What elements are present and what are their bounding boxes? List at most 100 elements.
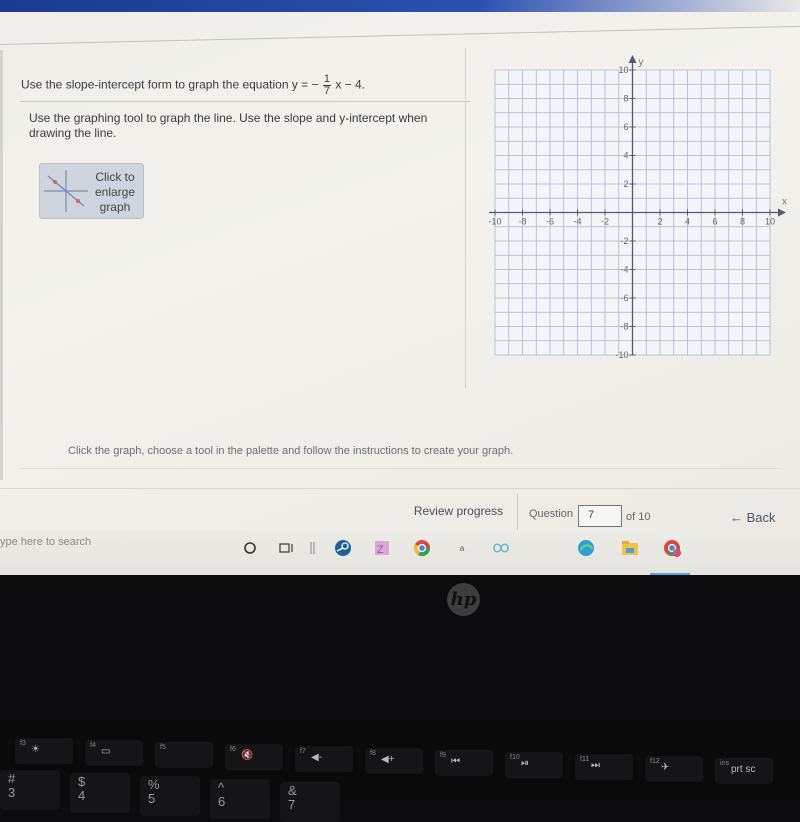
chrome-icon-2[interactable]: [662, 538, 682, 558]
question-divider: [20, 101, 470, 102]
question-label: Question: [529, 508, 574, 520]
task-view-icon[interactable]: [277, 538, 297, 558]
enlarge-label-line3: graph: [99, 200, 131, 214]
key-sublabel: f3: [20, 740, 26, 747]
screen: Use the slope-intercept form to graph th…: [0, 0, 800, 575]
number-key: & 7: [280, 782, 340, 822]
question-suffix: x − 4.: [335, 77, 366, 92]
key-sublabel: f7: [300, 748, 306, 755]
key-glyph: prt sc: [731, 764, 756, 775]
key-sublabel: f10: [510, 754, 520, 761]
x-tick-label: 2: [657, 217, 662, 227]
number-key: % 5: [140, 776, 200, 816]
y-tick-label: 6: [623, 122, 628, 132]
y-tick-label: -10: [615, 350, 628, 360]
function-key: ins prt sc: [715, 758, 773, 784]
enlarge-graph-button[interactable]: Click to enlarge graph: [39, 163, 144, 219]
svg-text:Z: Z: [377, 544, 384, 556]
key-sublabel: f6: [230, 746, 236, 753]
edge-icon[interactable]: [576, 538, 596, 558]
key-glyph: ⏮: [451, 756, 460, 767]
function-key: f7 ◀-: [295, 746, 353, 772]
question-prefix: Use the slope-intercept form to graph th…: [21, 77, 319, 92]
key-sublabel: ins: [720, 760, 729, 767]
y-tick-label: -4: [620, 265, 628, 275]
taskbar-search-input[interactable]: ype here to search: [0, 536, 91, 548]
x-tick-label: -6: [546, 217, 554, 227]
file-explorer-icon[interactable]: [620, 538, 640, 558]
app-icon[interactable]: Z: [372, 538, 392, 558]
x-axis-label: x: [782, 197, 787, 208]
slope-fraction: 1 7: [322, 74, 331, 97]
x-axis-arrow: [778, 208, 786, 217]
infinity-icon[interactable]: [491, 538, 511, 558]
y-tick-label: -2: [620, 236, 628, 246]
y-tick-label: 10: [618, 65, 628, 75]
back-button[interactable]: ← Back: [730, 510, 776, 525]
x-tick-label: 6: [712, 217, 717, 227]
key-sublabel: f11: [580, 756, 590, 763]
y-axis-label: y: [639, 57, 644, 68]
function-key: f11 ⏭: [575, 754, 633, 780]
key-glyph: ◀-: [311, 752, 323, 763]
cortana-icon[interactable]: [240, 538, 260, 558]
key-glyph: ✈: [661, 762, 670, 773]
hint-divider: [20, 468, 780, 469]
header-divider: [0, 25, 800, 45]
function-key: f5: [155, 742, 213, 768]
function-key: f8 ◀+: [365, 748, 423, 774]
x-tick-label: 4: [685, 217, 690, 227]
app-a-icon[interactable]: a: [452, 538, 472, 558]
chrome-icon[interactable]: [412, 538, 432, 558]
key-glyph: ⏭: [591, 760, 600, 771]
x-tick-label: -8: [518, 217, 526, 227]
y-tick-label: 4: [623, 151, 628, 161]
steam-icon[interactable]: [333, 538, 353, 558]
key-glyph: ⏯: [521, 758, 529, 769]
left-border: [0, 50, 3, 480]
x-tick-label: -2: [601, 217, 609, 227]
key-sublabel: f9: [440, 752, 446, 759]
function-key: f6 🔇: [225, 744, 283, 770]
taskbar-divider-icon: [303, 538, 323, 558]
key-sublabel: f8: [370, 750, 376, 757]
x-tick-label: 10: [765, 217, 775, 227]
hp-logo: hp: [447, 583, 480, 616]
graph-thumbnail-icon: [44, 170, 88, 212]
number-key: $ 4: [70, 773, 130, 813]
function-key: f4 ▭: [85, 740, 143, 766]
key-sublabel: f5: [160, 744, 166, 751]
y-tick-label: -6: [620, 293, 628, 303]
fraction-denominator: 7: [323, 85, 330, 97]
y-tick-label: -8: [620, 322, 628, 332]
footer-divider: [0, 488, 800, 489]
key-glyph: ☀: [31, 744, 40, 755]
taskbar: ype here to search Z a: [0, 530, 800, 575]
function-key: f3 ☀: [15, 738, 73, 764]
y-axis-arrow: [628, 55, 637, 63]
question-number-input[interactable]: 7: [578, 505, 622, 527]
enlarge-label-line2: enlarge: [94, 185, 136, 199]
x-tick-label: -4: [573, 217, 581, 227]
function-key: f10 ⏯: [505, 752, 563, 778]
key-glyph: ▭: [101, 746, 111, 757]
browser-top-bar: [0, 0, 800, 12]
active-app-indicator: [650, 573, 690, 575]
function-key: f12 ✈: [645, 756, 703, 782]
enlarge-label-line1: Click to: [95, 170, 135, 184]
instructions: Use the graphing tool to graph the line.…: [29, 111, 428, 140]
key-sublabel: f12: [650, 758, 660, 765]
x-tick-label: -10: [488, 217, 501, 227]
panel-separator: [465, 48, 466, 388]
key-glyph: ◀+: [381, 754, 395, 765]
enlarge-label: Click to enlarge graph: [90, 170, 140, 215]
number-key: # 3: [0, 770, 60, 810]
number-key: ^ 6: [210, 779, 270, 819]
x-tick-label: 8: [740, 217, 745, 227]
question-total: of 10: [626, 511, 651, 523]
y-tick-label: 8: [623, 94, 628, 104]
graphing-area[interactable]: x y -10 -8 -6 -4 -2 2 4 6 8 10 10 8 6 4 2 -2 -4 -6 -8 -10: [480, 55, 790, 370]
key-sublabel: f4: [90, 742, 96, 749]
question-text: Use the slope-intercept form to graph th…: [21, 74, 365, 97]
function-key: f9 ⏮: [435, 750, 493, 776]
